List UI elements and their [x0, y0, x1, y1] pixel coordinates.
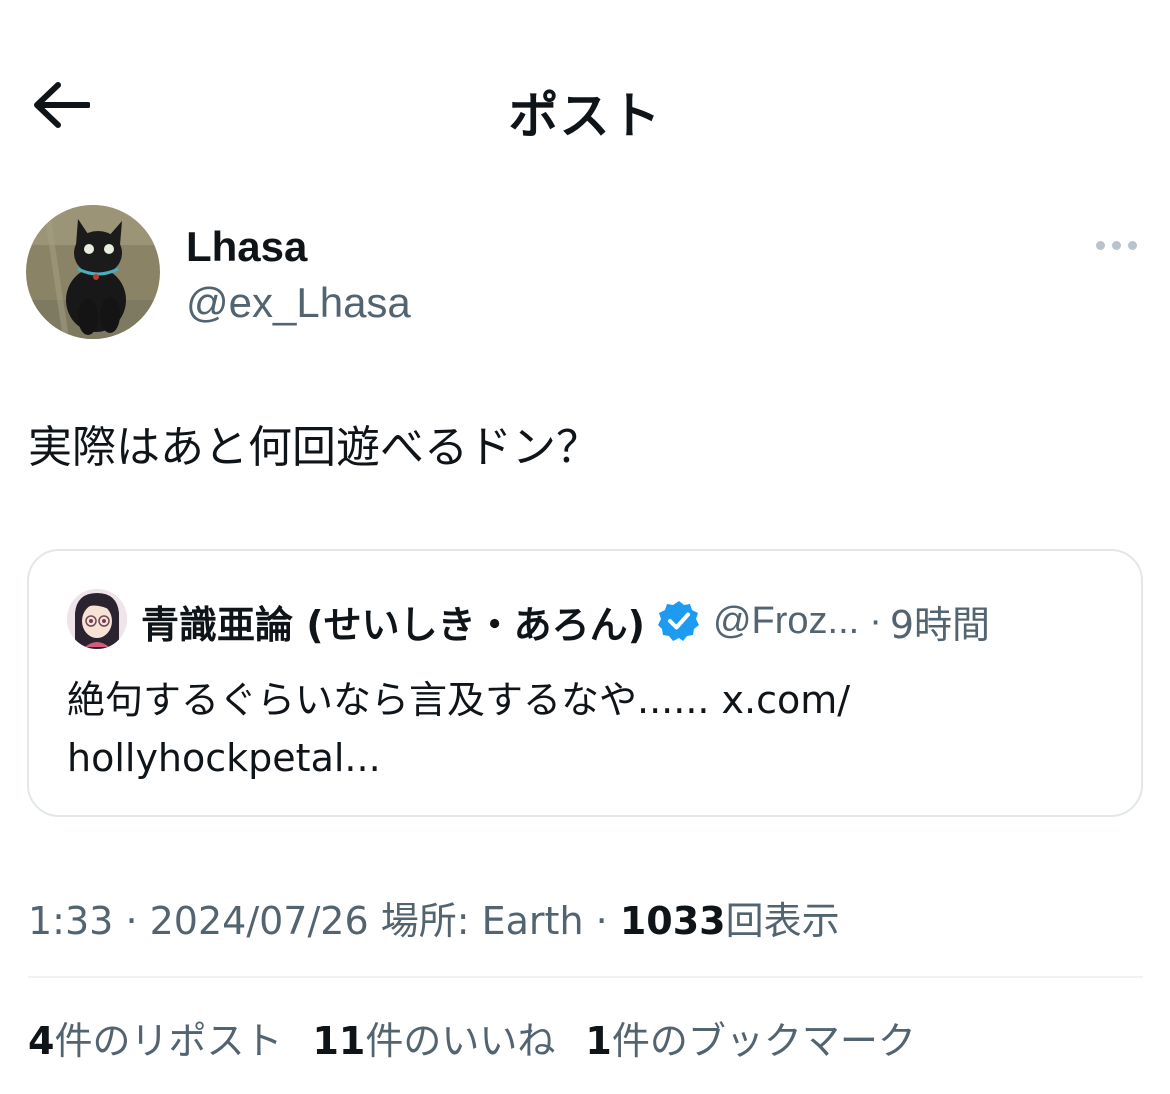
more-horizontal-icon: [1095, 240, 1105, 250]
quoted-author-handle[interactable]: @Froz...: [713, 600, 859, 643]
avatar[interactable]: [26, 205, 160, 339]
more-dot: [1111, 240, 1121, 250]
quoted-post-time[interactable]: 9時間: [890, 594, 990, 649]
more-dot: [1127, 240, 1137, 250]
likes-stat[interactable]: 11件のいいね: [312, 1010, 555, 1065]
quoted-post-header: 青識亜論 (せいしき・あろん) @Froz... · 9時間: [141, 593, 990, 649]
author-name[interactable]: Lhasa: [186, 223, 307, 271]
divider: [28, 976, 1143, 978]
top-bar: ポスト: [0, 50, 1170, 160]
quoted-post-card[interactable]: 青識亜論 (せいしき・あろん) @Froz... · 9時間 絶句するぐらいなら…: [27, 549, 1143, 817]
bookmarks-stat[interactable]: 1件のブックマーク: [585, 1010, 915, 1065]
separator-dot: ·: [125, 899, 138, 943]
engagement-stats: 4件のリポスト 11件のいいね 1件のブックマーク: [28, 1010, 916, 1065]
views-count: 1033: [619, 899, 726, 943]
quoted-author-name[interactable]: 青識亜論 (せいしき・あろん): [141, 594, 645, 649]
views-label: 回表示: [725, 899, 840, 943]
post-detail-page: ポスト Lhasa @ex_Lhasa 実際はあと何回遊べるドン？ 青識亜論 (…: [0, 0, 1170, 1094]
black-cat-photo: [26, 205, 160, 339]
post-location: 場所: Earth: [380, 899, 584, 943]
reposts-stat[interactable]: 4件のリポスト: [28, 1010, 282, 1065]
verified-badge-icon: [657, 601, 699, 641]
more-options-button[interactable]: [1086, 227, 1146, 263]
likes-label: 件のいいね: [365, 1019, 556, 1063]
reposts-count: 4: [28, 1019, 55, 1063]
quoted-post-text: 絶句するぐらいなら言及するなや...... x.com/ hollyhockpe…: [67, 671, 1107, 787]
post-author: Lhasa @ex_Lhasa: [26, 205, 1146, 345]
separator-dot: ·: [595, 899, 608, 943]
quoted-text-line: 絶句するぐらいなら言及するなや...... x.com/: [67, 678, 851, 722]
post-meta: 1:33 · 2024/07/26 場所: Earth · 1033回表示: [28, 890, 840, 945]
author-handle[interactable]: @ex_Lhasa: [186, 279, 411, 327]
reposts-label: 件のリポスト: [54, 1019, 283, 1063]
post-text: 実際はあと何回遊べるドン？: [28, 422, 600, 473]
quoted-author-avatar[interactable]: [67, 589, 127, 649]
separator-dot: ·: [869, 599, 882, 642]
page-title: ポスト: [508, 88, 662, 144]
post-time[interactable]: 1:33: [28, 899, 113, 943]
bookmarks-count: 1: [585, 1019, 612, 1063]
likes-count: 11: [312, 1019, 366, 1063]
post-date[interactable]: 2024/07/26: [150, 899, 369, 943]
anime-girl-avatar: [67, 589, 127, 649]
bookmarks-label: 件のブックマーク: [611, 1019, 916, 1063]
quoted-text-line: hollyhockpetal...: [67, 736, 381, 780]
